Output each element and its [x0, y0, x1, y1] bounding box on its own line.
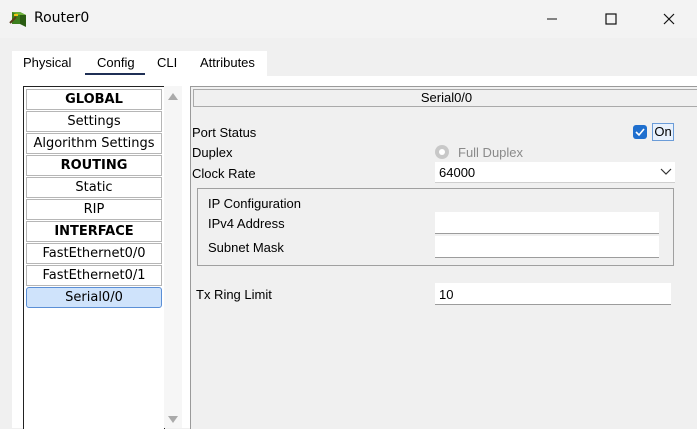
duplex-label: Duplex — [192, 145, 233, 160]
nav-header-global: GLOBAL — [26, 89, 162, 110]
clock-rate-value: 64000 — [439, 165, 476, 180]
port-status-on-label[interactable]: On — [652, 123, 674, 141]
config-nav-list: GLOBAL Settings Algorithm Settings ROUTI… — [23, 86, 165, 429]
checkmark-icon — [635, 128, 645, 137]
ip-configuration-title: IP Configuration — [208, 196, 301, 211]
port-status-checkbox[interactable] — [633, 125, 647, 139]
nav-item-rip[interactable]: RIP — [26, 199, 162, 220]
tx-ring-limit-value: 10 — [439, 287, 454, 302]
tx-ring-limit-label: Tx Ring Limit — [196, 287, 272, 302]
nav-scrollbar[interactable] — [164, 86, 182, 428]
clock-rate-label: Clock Rate — [192, 166, 256, 181]
port-status-label: Port Status — [192, 125, 257, 140]
maximize-icon — [605, 13, 617, 25]
subnet-mask-input[interactable] — [435, 236, 659, 258]
nav-item-settings[interactable]: Settings — [26, 111, 162, 132]
ipv4-address-input[interactable] — [435, 212, 659, 234]
window-title: Router0 — [34, 10, 90, 26]
minimize-icon — [547, 18, 557, 20]
title-bar: Router0 — [0, 0, 697, 38]
close-icon — [663, 13, 675, 25]
scroll-up-icon[interactable] — [168, 93, 178, 100]
tab-bar: Physical Config CLI Attributes — [12, 51, 267, 76]
nav-item-algorithm-settings[interactable]: Algorithm Settings — [26, 133, 162, 154]
maximize-button[interactable] — [588, 0, 634, 38]
tab-cli[interactable]: CLI — [157, 55, 177, 70]
nav-item-fastethernet0-1[interactable]: FastEthernet0/1 — [26, 265, 162, 286]
full-duplex-radio[interactable] — [435, 145, 449, 159]
ipv4-address-label: IPv4 Address — [208, 216, 285, 231]
chevron-down-icon — [660, 168, 672, 175]
scroll-down-icon[interactable] — [168, 416, 178, 423]
nav-item-static[interactable]: Static — [26, 177, 162, 198]
tx-ring-limit-input[interactable]: 10 — [435, 283, 671, 305]
tab-attributes[interactable]: Attributes — [200, 55, 255, 70]
full-duplex-label: Full Duplex — [458, 145, 524, 160]
close-button[interactable] — [646, 0, 692, 38]
tab-physical[interactable]: Physical — [23, 55, 71, 70]
subnet-mask-label: Subnet Mask — [208, 240, 284, 255]
router-icon — [9, 9, 29, 29]
panel-title: Serial0/0 — [193, 89, 697, 107]
tab-config[interactable]: Config — [97, 55, 135, 70]
active-tab-indicator — [85, 73, 145, 75]
nav-item-fastethernet0-0[interactable]: FastEthernet0/0 — [26, 243, 162, 264]
nav-header-interface: INTERFACE — [26, 221, 162, 242]
nav-item-serial0-0[interactable]: Serial0/0 — [26, 287, 162, 308]
nav-header-routing: ROUTING — [26, 155, 162, 176]
minimize-button[interactable] — [529, 0, 575, 38]
clock-rate-select[interactable]: 64000 — [435, 162, 675, 183]
